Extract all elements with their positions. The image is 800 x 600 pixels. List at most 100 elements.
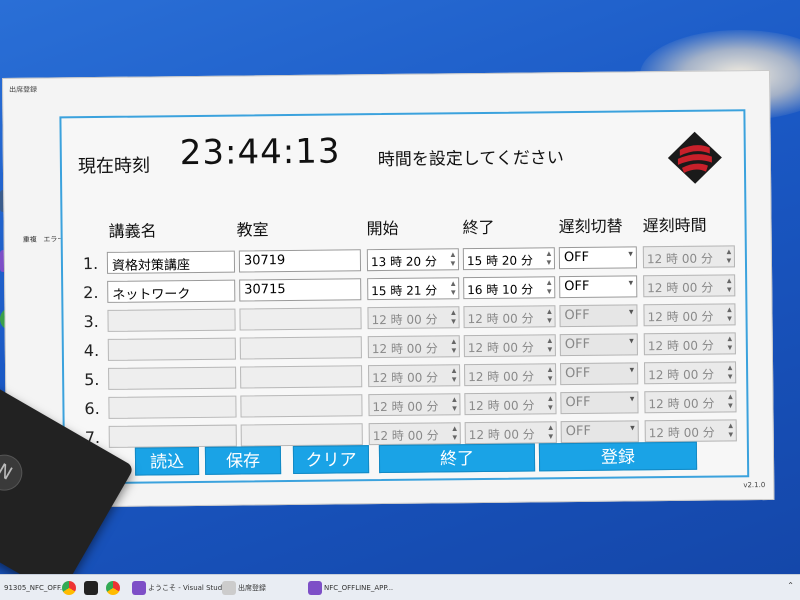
spinner-arrows-icon[interactable]: ▲ ▼: [449, 279, 457, 297]
lecture-name-field[interactable]: [108, 424, 237, 448]
chevron-down-icon: ▾: [629, 394, 635, 405]
late-switch-select[interactable]: OFF ▾: [559, 275, 638, 299]
late-time-spinner[interactable]: 12 時 00 分 ▲ ▼: [642, 245, 736, 269]
late-time-spinner[interactable]: 12 時 00 分 ▲ ▼: [644, 390, 737, 414]
lecture-name-field[interactable]: [108, 366, 237, 390]
chevron-down-icon: ▾: [629, 365, 635, 376]
late-switch-select[interactable]: OFF ▾: [559, 304, 638, 328]
late-switch-select[interactable]: OFF ▾: [558, 246, 638, 270]
nfc-logo-icon: N: [0, 448, 29, 498]
lecture-name-field[interactable]: [107, 337, 236, 361]
spinner-arrows-icon[interactable]: ▲ ▼: [726, 334, 734, 352]
taskbar: 91305_NFC_OFF... ようこそ - Visual Stud... 出…: [0, 574, 800, 600]
tray-arrow-icon[interactable]: ⌃: [787, 581, 794, 590]
spinner-arrows-icon[interactable]: ▲ ▼: [546, 336, 554, 354]
spinner-arrows-icon[interactable]: ▲ ▼: [545, 278, 553, 296]
row-number: 2.: [83, 283, 99, 303]
late-switch-select[interactable]: OFF ▾: [560, 362, 639, 386]
late-switch-select[interactable]: OFF ▾: [559, 333, 638, 357]
row-number: 5.: [84, 369, 100, 390]
lecture-name-field[interactable]: 資格対策講座: [106, 250, 236, 274]
room-field[interactable]: [240, 423, 363, 447]
spinner-arrows-icon[interactable]: ▲ ▼: [449, 308, 457, 326]
end-time-spinner[interactable]: 15 時 20 分 ▲ ▼: [462, 247, 556, 271]
spinner-arrows-icon[interactable]: ▲ ▼: [547, 423, 555, 441]
lecture-name-field[interactable]: [107, 308, 236, 332]
end-time-spinner[interactable]: 16 時 10 分 ▲ ▼: [463, 276, 556, 300]
register-button[interactable]: 登録: [538, 441, 698, 472]
late-time-spinner[interactable]: 12 時 00 分 ▲ ▼: [643, 332, 736, 356]
end-time-spinner[interactable]: 12 時 00 分 ▲ ▼: [464, 363, 557, 387]
start-time-spinner[interactable]: 12 時 00 分 ▲ ▼: [368, 422, 461, 446]
col-late-time-header: 遅刻時間: [642, 215, 707, 236]
room-field[interactable]: [239, 336, 362, 360]
finish-button[interactable]: 終了: [378, 443, 536, 474]
start-time-spinner[interactable]: 12 時 00 分 ▲ ▼: [367, 306, 460, 330]
spinner-arrows-icon[interactable]: ▲ ▼: [450, 337, 458, 355]
spinner-arrows-icon[interactable]: ▲ ▼: [726, 392, 734, 410]
spinner-arrows-icon[interactable]: ▲ ▼: [450, 366, 458, 384]
spinner-arrows-icon[interactable]: ▲ ▼: [546, 365, 554, 383]
terminal-icon[interactable]: [84, 579, 100, 597]
clear-button[interactable]: クリア: [292, 445, 370, 474]
spinner-arrows-icon[interactable]: ▲ ▼: [725, 247, 733, 265]
chevron-down-icon: ▾: [628, 249, 633, 260]
load-button[interactable]: 読込: [134, 446, 200, 476]
lecture-name-field[interactable]: [108, 395, 237, 419]
start-time-spinner[interactable]: 12 時 00 分 ▲ ▼: [367, 335, 460, 359]
app-logo-icon: [667, 131, 722, 184]
lecture-rows: 1. 資格対策講座 30719 13 時 20 分 ▲ ▼ 15 時 20 分 ▲ ▼ OFF ▾ 1…: [61, 111, 743, 448]
lecture-row: 1. 資格対策講座 30719 13 時 20 分 ▲ ▼ 15 時 20 分 ▲ ▼ OFF ▾ 1…: [63, 243, 749, 276]
start-time-spinner[interactable]: 12 時 00 分 ▲ ▼: [368, 393, 461, 417]
spinner-arrows-icon[interactable]: ▲ ▼: [546, 394, 554, 412]
attendance-app-window: 出席登録 重複 エラー 現在時刻 23:44:13 時間を設定してください 講義…: [2, 69, 775, 508]
taskbar-item-nfc-off[interactable]: 91305_NFC_OFF...: [4, 579, 67, 597]
room-field[interactable]: [240, 394, 363, 418]
taskbar-item-visual-studio[interactable]: ようこそ - Visual Stud...: [132, 579, 229, 597]
spinner-arrows-icon[interactable]: ▲ ▼: [450, 395, 458, 413]
room-field[interactable]: 30715: [239, 278, 362, 302]
spinner-arrows-icon[interactable]: ▲ ▼: [727, 421, 735, 439]
spinner-arrows-icon[interactable]: ▲ ▼: [545, 307, 553, 325]
col-start-header: 開始: [366, 218, 399, 239]
taskbar-item-nfc-offline-app[interactable]: NFC_OFFLINE_APP...: [308, 579, 393, 597]
col-late-switch-header: 遅刻切替: [558, 216, 623, 237]
spinner-arrows-icon[interactable]: ▲ ▼: [545, 249, 553, 267]
col-end-header: 終了: [462, 217, 495, 238]
window-title: 出席登録: [9, 85, 38, 94]
end-time-spinner[interactable]: 12 時 00 分 ▲ ▼: [463, 305, 556, 329]
spinner-arrows-icon[interactable]: ▲ ▼: [449, 250, 457, 268]
lecture-name-field[interactable]: ネットワーク: [107, 279, 236, 303]
chevron-down-icon: ▾: [628, 307, 634, 318]
late-time-spinner[interactable]: 12 時 00 分 ▲ ▼: [644, 419, 737, 443]
taskbar-item-attendance[interactable]: 出席登録: [222, 579, 266, 597]
chrome-icon-2[interactable]: [106, 579, 122, 597]
late-switch-select[interactable]: OFF ▾: [560, 391, 639, 415]
room-field[interactable]: [239, 307, 362, 331]
end-time-spinner[interactable]: 12 時 00 分 ▲ ▼: [463, 334, 556, 358]
clock-label: 現在時刻: [77, 155, 151, 178]
start-time-spinner[interactable]: 13 時 20 分 ▲ ▼: [366, 248, 460, 272]
save-button[interactable]: 保存: [204, 446, 282, 475]
room-field[interactable]: [240, 365, 363, 389]
lecture-row: 2. ネットワーク 30715 15 時 21 分 ▲ ▼ 16 時 10 分 ▲ ▼ OFF ▾ 1…: [63, 272, 749, 305]
room-field[interactable]: 30719: [238, 249, 362, 273]
chrome-icon[interactable]: [62, 579, 78, 597]
lecture-row: 5. 12 時 00 分 ▲ ▼ 12 時 00 分 ▲ ▼ OFF ▾ 12 時 00 分 ▲ ▼: [64, 359, 750, 392]
start-time-spinner[interactable]: 12 時 00 分 ▲ ▼: [368, 364, 461, 388]
spinner-arrows-icon[interactable]: ▲ ▼: [451, 424, 459, 442]
spinner-arrows-icon[interactable]: ▲ ▼: [725, 276, 733, 294]
lecture-row: 4. 12 時 00 分 ▲ ▼ 12 時 00 分 ▲ ▼ OFF ▾ 12 時 00 分 ▲ ▼: [64, 330, 750, 363]
clock-time: 23:44:13: [179, 131, 341, 174]
spinner-arrows-icon[interactable]: ▲ ▼: [726, 363, 734, 381]
spinner-arrows-icon[interactable]: ▲ ▼: [725, 305, 733, 323]
start-time-spinner[interactable]: 15 時 21 分 ▲ ▼: [367, 277, 460, 301]
late-time-spinner[interactable]: 12 時 00 分 ▲ ▼: [643, 274, 736, 298]
end-time-spinner[interactable]: 12 時 00 分 ▲ ▼: [464, 421, 557, 445]
late-switch-select[interactable]: OFF ▾: [560, 420, 639, 444]
end-time-spinner[interactable]: 12 時 00 分 ▲ ▼: [464, 392, 557, 416]
late-time-spinner[interactable]: 12 時 00 分 ▲ ▼: [643, 303, 736, 327]
row-number: 1.: [82, 254, 99, 274]
col-lecture-header: 講義名: [108, 221, 157, 241]
late-time-spinner[interactable]: 12 時 00 分 ▲ ▼: [644, 361, 737, 385]
